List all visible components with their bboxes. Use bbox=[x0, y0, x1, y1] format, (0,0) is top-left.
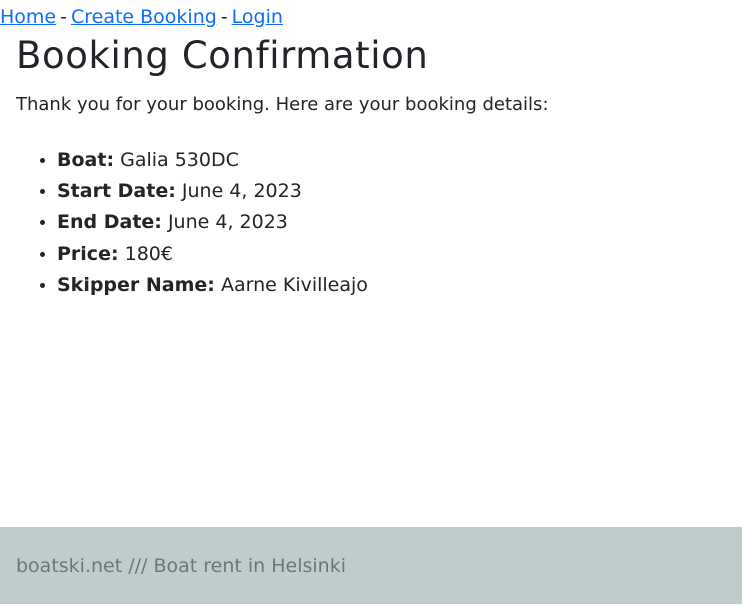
intro-text: Thank you for your booking. Here are you… bbox=[16, 94, 549, 115]
booking-details-list: Boat: Galia 530DC Start Date: June 4, 20… bbox=[0, 145, 368, 301]
nav-link-login[interactable]: Login bbox=[232, 6, 283, 28]
page-title: Booking Confirmation bbox=[16, 34, 429, 77]
nav-link-home[interactable]: Home bbox=[0, 6, 56, 28]
detail-label: Start Date: bbox=[57, 180, 176, 203]
detail-item-price: Price: 180€ bbox=[57, 239, 368, 270]
detail-item-boat: Boat: Galia 530DC bbox=[57, 145, 368, 176]
detail-label: Boat: bbox=[57, 149, 115, 171]
detail-label: End Date: bbox=[57, 211, 162, 234]
nav-separator: - bbox=[220, 6, 228, 28]
nav-link-create-booking[interactable]: Create Booking bbox=[71, 6, 217, 28]
detail-item-start-date: Start Date: June 4, 2023 bbox=[57, 176, 368, 207]
detail-item-skipper-name: Skipper Name: Aarne Kivilleajo bbox=[57, 270, 368, 301]
detail-value: 180€ bbox=[124, 242, 173, 265]
page: Home - Create Booking - Login Booking Confir… bbox=[0, 0, 744, 606]
detail-item-end-date: End Date: June 4, 2023 bbox=[57, 207, 368, 238]
detail-label: Price: bbox=[57, 242, 119, 265]
detail-value: June 4, 2023 bbox=[167, 211, 288, 234]
site-footer: boatski.net /// Boat rent in Helsinki bbox=[0, 527, 742, 604]
nav-separator: - bbox=[60, 6, 67, 28]
detail-value: June 4, 2023 bbox=[181, 180, 302, 203]
top-navigation: Home - Create Booking - Login bbox=[0, 5, 283, 29]
footer-text: boatski.net /// Boat rent in Helsinki bbox=[16, 555, 346, 577]
detail-value: Galia 530DC bbox=[120, 149, 239, 171]
detail-value: Aarne Kivilleajo bbox=[220, 273, 368, 296]
detail-label: Skipper Name: bbox=[57, 273, 215, 296]
